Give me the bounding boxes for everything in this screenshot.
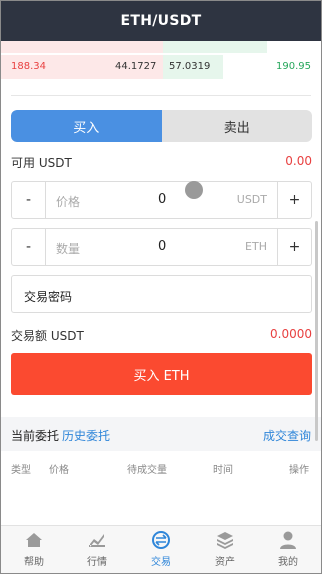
amount-minus-button[interactable]: -	[12, 229, 46, 265]
tab-history-orders[interactable]: 历史委托	[62, 427, 110, 444]
trade-total-value: 0.0000	[270, 327, 312, 341]
price-minus-button[interactable]: -	[12, 182, 46, 218]
buy-eth-button[interactable]: 买入 ETH	[11, 353, 312, 395]
tab-assets-label: 资产	[215, 557, 235, 568]
tab-trade[interactable]: 交易	[136, 530, 186, 568]
buy-amount: 57.0319	[169, 61, 211, 72]
tab-help[interactable]: 帮助	[9, 530, 59, 568]
orders-header: 当前委托 历史委托 成交查询	[1, 417, 321, 451]
trade-query-link[interactable]: 成交查询	[263, 427, 311, 444]
app-frame: ETH/USDT 188.34 44.1727 57.0319 190.95 买…	[0, 0, 322, 574]
user-icon	[280, 531, 296, 549]
sell-price: 188.34	[11, 61, 46, 72]
amount-label: 数量	[56, 242, 81, 256]
amount-plus-button[interactable]: +	[277, 229, 311, 265]
password-label: 交易密码	[24, 290, 73, 304]
col-pending: 待成交量	[127, 465, 167, 476]
col-price: 价格	[49, 465, 69, 476]
trade-total: 交易额 USDT 0.0000	[11, 327, 312, 344]
tab-assets[interactable]: 资产	[200, 530, 250, 568]
tab-buy[interactable]: 买入	[11, 110, 162, 142]
chart-icon	[89, 534, 105, 547]
tab-sell[interactable]: 卖出	[162, 110, 313, 142]
tab-market-label: 行情	[87, 557, 107, 568]
divider	[11, 95, 311, 96]
tab-mine-label: 我的	[278, 557, 298, 568]
price-label: 价格	[56, 195, 81, 209]
trade-icon	[152, 531, 170, 549]
amount-input[interactable]: 0	[158, 239, 166, 254]
scrollbar[interactable]	[315, 221, 318, 441]
tab-current-orders[interactable]: 当前委托	[11, 427, 59, 444]
orderbook-row[interactable]: 188.34 44.1727 57.0319 190.95	[1, 55, 321, 79]
available-value: 0.00	[285, 154, 312, 168]
buy-price: 190.95	[276, 61, 311, 72]
available-balance: 可用 USDT 0.00	[11, 154, 312, 171]
page-header: ETH/USDT	[1, 1, 321, 41]
amount-unit: ETH	[245, 240, 267, 253]
order-columns: 类型 价格 待成交量 时间 操作	[1, 459, 321, 479]
amount-stepper: - 数量 0 ETH +	[11, 228, 312, 266]
tab-help-label: 帮助	[24, 557, 44, 568]
tab-trade-label: 交易	[151, 557, 171, 568]
tab-market[interactable]: 行情	[72, 530, 122, 568]
tab-mine[interactable]: 我的	[263, 530, 313, 568]
orderbook-row-partial	[1, 41, 321, 53]
price-input[interactable]: 0	[158, 192, 166, 207]
price-unit: USDT	[236, 193, 267, 206]
buy-sell-toggle: 买入 卖出	[11, 110, 312, 142]
col-time: 时间	[213, 465, 233, 476]
bottom-tabbar: 帮助 行情 交易 资产 我的	[1, 525, 321, 573]
layers-icon	[217, 532, 233, 549]
page-title: ETH/USDT	[120, 13, 202, 29]
price-stepper: - 价格 0 USDT +	[11, 181, 312, 219]
available-label: 可用 USDT	[11, 156, 72, 170]
price-plus-button[interactable]: +	[277, 182, 311, 218]
col-type: 类型	[11, 465, 31, 476]
sell-amount: 44.1727	[115, 61, 157, 72]
trade-total-label: 交易额 USDT	[11, 329, 84, 343]
home-icon	[26, 533, 42, 547]
password-field[interactable]: 交易密码	[11, 275, 312, 313]
col-action: 操作	[289, 465, 309, 476]
floating-dot	[185, 181, 203, 199]
